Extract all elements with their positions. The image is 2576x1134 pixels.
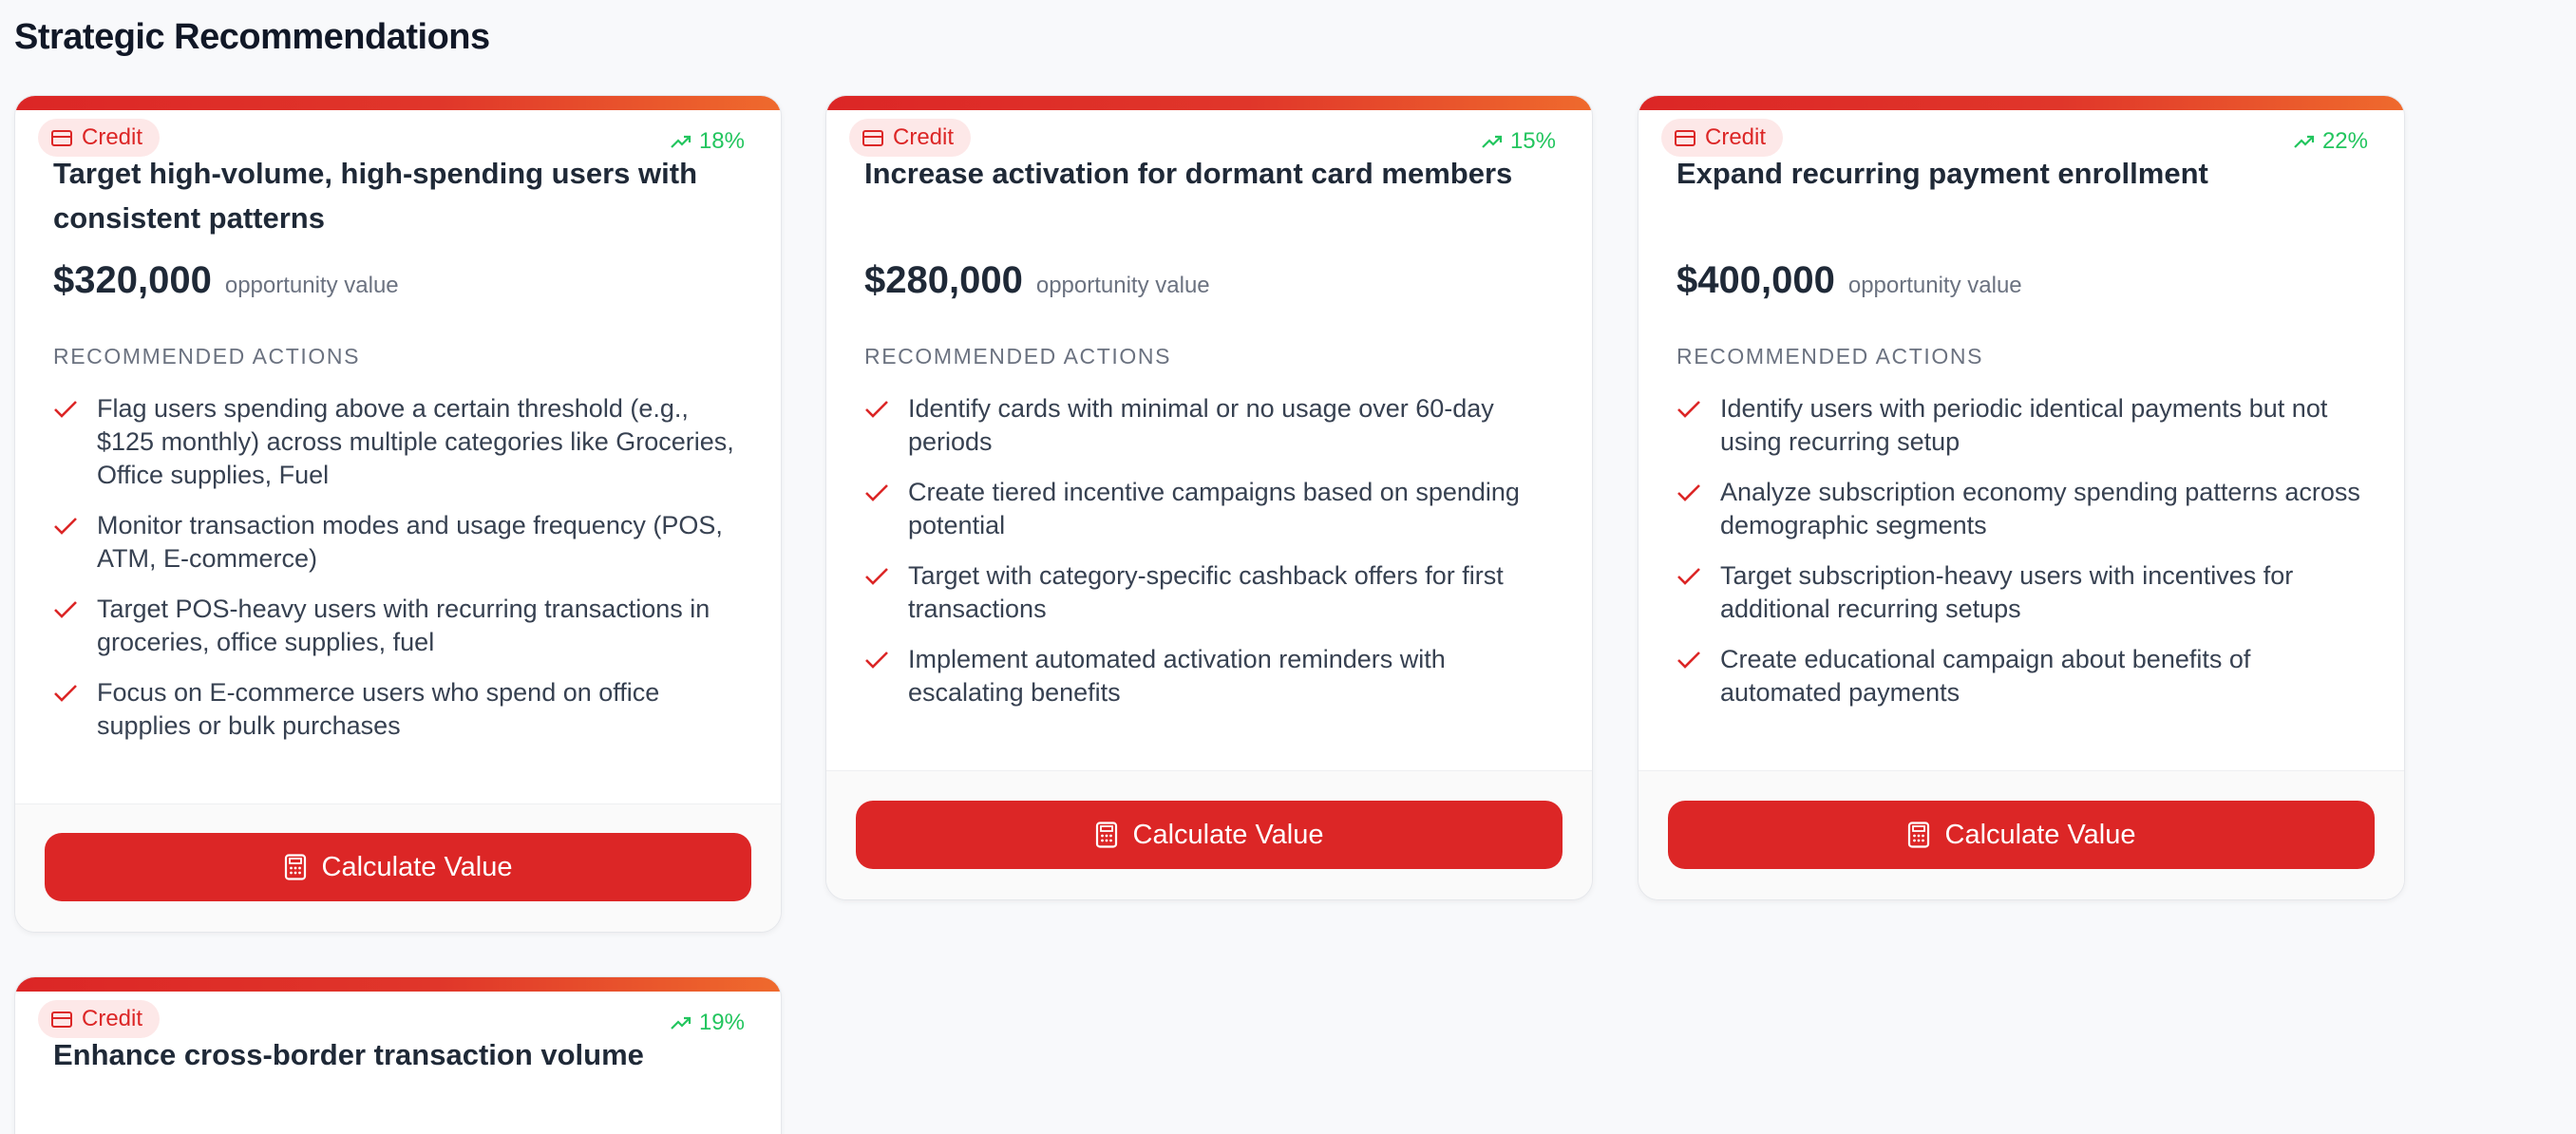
- actions-heading: RECOMMENDED ACTIONS: [53, 344, 361, 369]
- button-label: Calculate Value: [1944, 819, 2136, 850]
- badge-label: Credit: [1705, 124, 1767, 150]
- action-text: Create tiered incentive campaigns based …: [908, 478, 1520, 539]
- action-text: Focus on E-commerce users who spend on o…: [97, 678, 660, 740]
- card-footer: Calculate Value: [826, 770, 1592, 899]
- trending-up-icon: [2294, 135, 2315, 148]
- opportunity-label: opportunity value: [1035, 273, 1210, 298]
- card-title: Increase activation for dormant card mem…: [864, 157, 1513, 190]
- actions-list: Identify users with periodic identical p…: [1676, 392, 2370, 727]
- card-accent-bar: [826, 96, 1592, 110]
- action-text: Create educational campaign about benefi…: [1720, 645, 2251, 707]
- check-icon: [1677, 401, 1700, 418]
- card-title: Target high-volume, high-spending users …: [53, 157, 698, 235]
- check-icon: [865, 401, 888, 418]
- opportunity-row: $280,000 opportunity value: [864, 259, 1210, 302]
- calculator-icon: [284, 854, 306, 880]
- credit-card-icon: [862, 129, 883, 146]
- strategic-recommendations-page: Strategic Recommendations Credit 18% Tar…: [0, 0, 2576, 1134]
- action-text: Identify users with periodic identical p…: [1720, 394, 2328, 456]
- check-icon: [54, 685, 77, 702]
- opportunity-value: $280,000: [864, 259, 1023, 301]
- action-item: Target with category-specific cashback o…: [864, 559, 1558, 626]
- action-item: Flag users spending above a certain thre…: [53, 392, 747, 492]
- action-item: Implement automated activation reminders…: [864, 643, 1558, 709]
- credit-card-icon: [1675, 129, 1695, 146]
- action-item: Create educational campaign about benefi…: [1676, 643, 2370, 709]
- action-item: Monitor transaction modes and usage freq…: [53, 509, 747, 576]
- recommendation-card: Credit 19% Enhance cross-border transact…: [14, 976, 782, 1134]
- check-icon: [865, 484, 888, 501]
- action-item: Create tiered incentive campaigns based …: [864, 476, 1558, 542]
- check-icon: [865, 568, 888, 585]
- credit-card-icon: [51, 129, 72, 146]
- calculator-icon: [1095, 822, 1117, 848]
- card-accent-bar: [1638, 96, 2404, 110]
- recommendation-card: Credit 18% Target high-volume, high-spen…: [14, 95, 782, 933]
- action-text: Identify cards with minimal or no usage …: [908, 394, 1494, 456]
- credit-card-icon: [51, 1011, 72, 1028]
- action-text: Target with category-specific cashback o…: [908, 561, 1504, 623]
- action-item: Target POS-heavy users with recurring tr…: [53, 593, 747, 659]
- card-footer: Calculate Value: [15, 803, 781, 932]
- actions-heading: RECOMMENDED ACTIONS: [1676, 344, 1984, 369]
- trending-up-icon: [1482, 135, 1503, 148]
- calculate-value-button[interactable]: Calculate Value: [1668, 801, 2375, 869]
- action-text: Analyze subscription economy spending pa…: [1720, 478, 2360, 539]
- action-text: Monitor transaction modes and usage freq…: [97, 511, 723, 573]
- calculate-value-button[interactable]: Calculate Value: [45, 833, 751, 901]
- opportunity-label: opportunity value: [1847, 273, 2022, 298]
- check-icon: [54, 518, 77, 535]
- check-icon: [1677, 484, 1700, 501]
- action-text: Flag users spending above a certain thre…: [97, 394, 734, 489]
- actions-list: Flag users spending above a certain thre…: [53, 392, 747, 760]
- check-icon: [1677, 568, 1700, 585]
- calculate-value-button[interactable]: Calculate Value: [856, 801, 1563, 869]
- trending-up-icon: [671, 135, 691, 148]
- action-item: Identify cards with minimal or no usage …: [864, 392, 1558, 459]
- check-icon: [865, 652, 888, 669]
- button-label: Calculate Value: [1132, 819, 1324, 850]
- button-label: Calculate Value: [321, 851, 513, 882]
- opportunity-row: $400,000 opportunity value: [1676, 259, 2022, 302]
- opportunity-row: $320,000 opportunity value: [53, 259, 399, 302]
- card-accent-bar: [15, 96, 781, 110]
- action-item: Target subscription-heavy users with inc…: [1676, 559, 2370, 626]
- action-item: Focus on E-commerce users who spend on o…: [53, 676, 747, 743]
- actions-heading: RECOMMENDED ACTIONS: [864, 344, 1172, 369]
- badge-label: Credit: [82, 1006, 143, 1031]
- action-text: Target subscription-heavy users with inc…: [1720, 561, 2294, 623]
- action-text: Target POS-heavy users with recurring tr…: [97, 595, 710, 656]
- trending-up-icon: [671, 1016, 691, 1030]
- check-icon: [1677, 652, 1700, 669]
- action-item: Analyze subscription economy spending pa…: [1676, 476, 2370, 542]
- opportunity-label: opportunity value: [224, 273, 399, 298]
- recommendation-card: Credit 22% Expand recurring payment enro…: [1638, 95, 2405, 900]
- badge-label: Credit: [893, 124, 955, 150]
- check-icon: [54, 401, 77, 418]
- card-title: Expand recurring payment enrollment: [1676, 157, 2208, 190]
- recommendation-card: Credit 15% Increase activation for dorma…: [825, 95, 1593, 900]
- opportunity-value: $400,000: [1676, 259, 1835, 301]
- action-text: Implement automated activation reminders…: [908, 645, 1446, 707]
- action-item: Identify users with periodic identical p…: [1676, 392, 2370, 459]
- calculator-icon: [1907, 822, 1929, 848]
- card-accent-bar: [15, 977, 781, 992]
- opportunity-value: $320,000: [53, 259, 212, 301]
- card-footer: Calculate Value: [1638, 770, 2404, 899]
- check-icon: [54, 601, 77, 618]
- badge-label: Credit: [82, 124, 143, 150]
- section-title: Strategic Recommendations: [14, 17, 490, 57]
- card-title: Enhance cross-border transaction volume: [53, 1038, 644, 1071]
- actions-list: Identify cards with minimal or no usage …: [864, 392, 1558, 727]
